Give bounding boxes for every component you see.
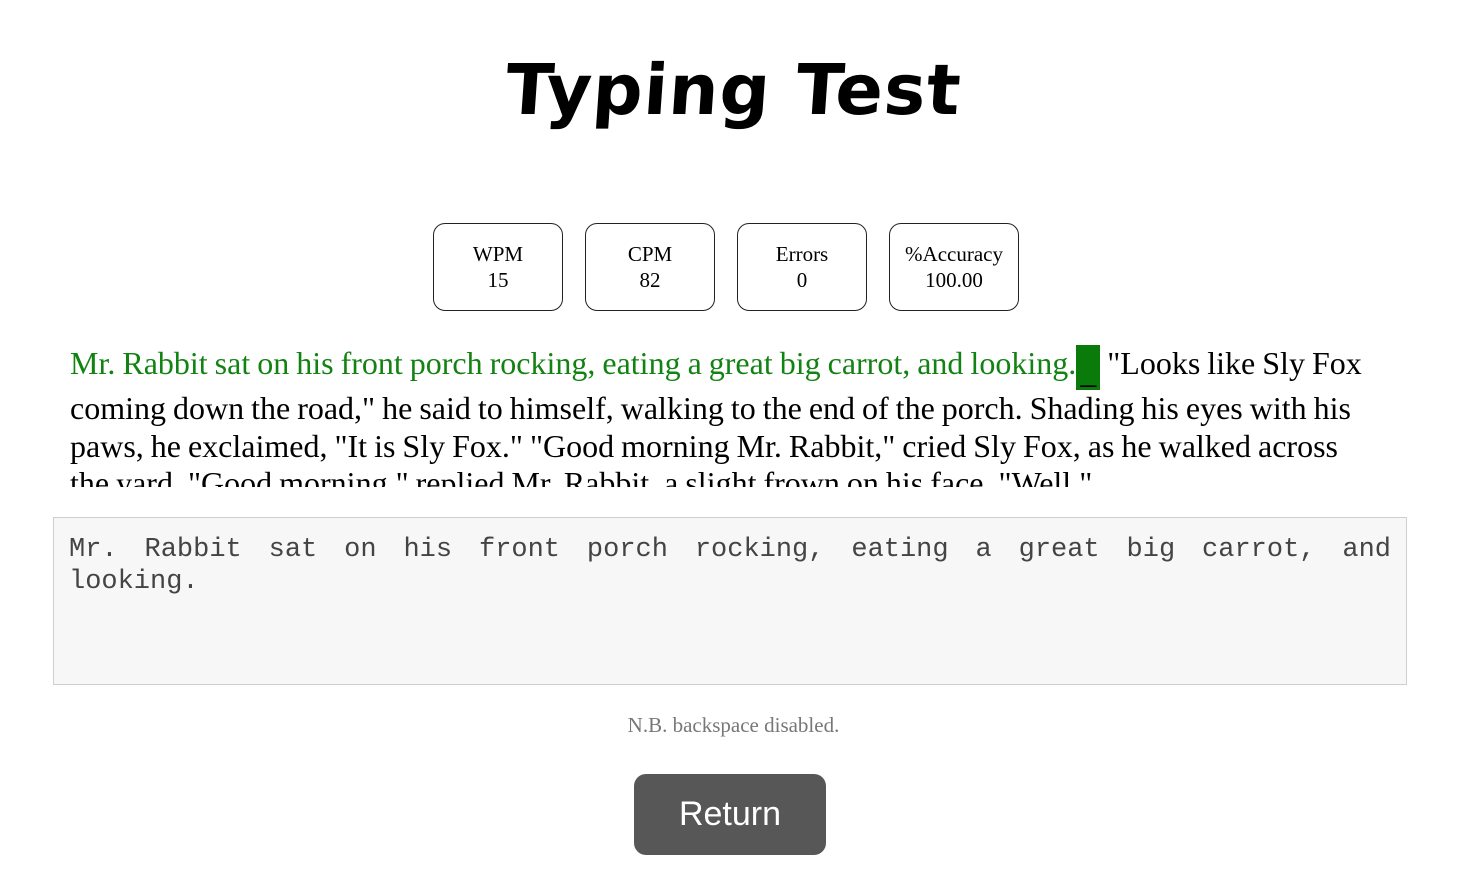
stat-cpm-label: CPM [627, 242, 673, 266]
typing-input[interactable]: Mr. Rabbit sat on his front porch rockin… [53, 517, 1407, 685]
stat-wpm-value: 15 [487, 268, 509, 292]
return-button[interactable]: Return [634, 774, 826, 855]
stats-panel: WPM 15 CPM 82 Errors 0 %Accuracy 100.00 [433, 223, 1019, 311]
stat-cpm-value: 82 [639, 268, 661, 292]
stat-cpm: CPM 82 [585, 223, 715, 311]
stat-accuracy-value: 100.00 [925, 268, 983, 292]
stat-errors: Errors 0 [737, 223, 867, 311]
passage-typed-text: Mr. Rabbit sat on his front porch rockin… [70, 345, 1077, 381]
stat-errors-label: Errors [775, 242, 829, 266]
backspace-note: N.B. backspace disabled. [627, 713, 840, 737]
stat-wpm-label: WPM [472, 242, 524, 266]
stat-accuracy-label: %Accuracy [905, 242, 1003, 266]
typing-cursor: _ [1076, 345, 1101, 390]
stat-wpm: WPM 15 [433, 223, 563, 311]
stat-errors-value: 0 [796, 268, 808, 292]
page-title: Typing Test [502, 49, 965, 131]
passage-text: Mr. Rabbit sat on his front porch rockin… [70, 345, 1370, 487]
stat-accuracy: %Accuracy 100.00 [889, 223, 1019, 311]
